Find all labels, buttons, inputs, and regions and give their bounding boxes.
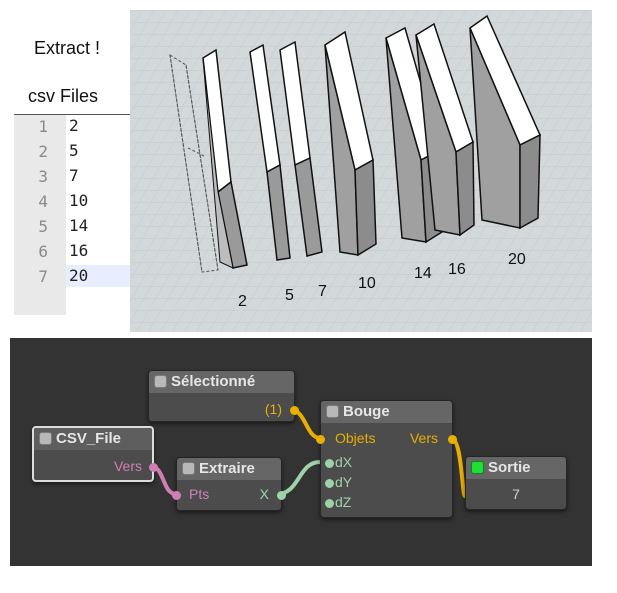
node-header[interactable]: Extraire: [177, 458, 281, 480]
list-item-selected[interactable]: 7 20: [14, 265, 130, 287]
list-item[interactable]: 2 5: [14, 140, 130, 162]
output-port-dot[interactable]: [290, 406, 299, 415]
node-enable-checkbox[interactable]: [154, 375, 167, 388]
input-port-label: dX: [335, 454, 353, 470]
node-enable-checkbox[interactable]: [39, 432, 52, 445]
output-port-dot[interactable]: [448, 435, 457, 444]
list-item[interactable]: 3 7: [14, 165, 130, 187]
csv-list[interactable]: 1 2 2 5 3 7 4 10 5 14 6 16 7 20: [14, 115, 130, 315]
csv-value: 10: [69, 191, 89, 210]
wire-dx[interactable]: [276, 460, 321, 496]
node-title: Bouge: [343, 403, 390, 420]
slab-label: 2: [238, 293, 247, 310]
input-port-dot[interactable]: [325, 499, 334, 508]
node-header[interactable]: CSV_File: [34, 428, 152, 450]
csv-value: 20: [66, 265, 130, 287]
csv-value: 16: [69, 241, 89, 260]
output-port-dot[interactable]: [149, 463, 158, 472]
input-port-dot[interactable]: [172, 491, 181, 500]
list-item[interactable]: 1 2: [14, 115, 130, 137]
node-extraire[interactable]: Extraire Pts X: [172, 457, 286, 511]
output-port-label: Vers: [409, 430, 438, 446]
input-port-dot[interactable]: [325, 459, 334, 468]
list-item[interactable]: 5 14: [14, 215, 130, 237]
slab-label: 20: [508, 251, 526, 268]
line-number: 3: [38, 167, 48, 186]
node-header[interactable]: Bouge: [321, 401, 452, 423]
list-item[interactable]: 4 10: [14, 190, 130, 212]
csv-files-header: csv Files: [28, 86, 99, 106]
node-title: Sélectionné: [171, 373, 256, 390]
line-number: 5: [38, 217, 48, 236]
slab-label: 14: [414, 265, 432, 282]
csv-value: 14: [69, 216, 89, 235]
output-port-label: (1): [264, 401, 282, 417]
wire-sortie[interactable]: [449, 436, 467, 498]
node-editor-canvas[interactable]: Sélectionné (1) CSV_File Vers Extraire P…: [10, 338, 592, 566]
input-port-dot[interactable]: [325, 479, 334, 488]
input-port-label: dY: [335, 474, 353, 490]
node-selectionne[interactable]: Sélectionné (1): [148, 370, 299, 422]
node-title: Sortie: [488, 459, 531, 476]
output-port-label: X: [259, 486, 269, 502]
slab-label: 7: [318, 283, 327, 300]
node-sortie[interactable]: Sortie 7: [465, 456, 567, 510]
slab-label: 16: [448, 261, 466, 278]
list-item[interactable]: 6 16: [14, 240, 130, 262]
node-title: Extraire: [199, 460, 255, 477]
slab-label: 10: [358, 275, 376, 292]
output-port-dot[interactable]: [277, 491, 286, 500]
output-value: 7: [512, 486, 520, 502]
node-title: CSV_File: [56, 430, 122, 447]
line-number: 4: [38, 192, 48, 211]
line-number: 7: [38, 267, 48, 286]
input-port-label: Pts: [189, 486, 210, 502]
slab-label: 5: [285, 287, 294, 304]
extract-title: Extract !: [34, 38, 101, 58]
node-csv-file[interactable]: CSV_File Vers: [32, 426, 158, 482]
node-header[interactable]: Sortie: [466, 457, 566, 479]
input-port-dot[interactable]: [316, 435, 325, 444]
node-enable-checkbox[interactable]: [326, 405, 339, 418]
csv-value: 7: [69, 166, 79, 185]
line-number: 6: [38, 242, 48, 261]
input-port-label: dZ: [335, 494, 352, 510]
node-enable-checkbox[interactable]: [182, 462, 195, 475]
line-number: 2: [38, 142, 48, 161]
csv-value: 5: [69, 141, 79, 160]
node-bouge[interactable]: Bouge Objets Vers dX dY dZ: [316, 400, 457, 518]
node-enable-checkbox[interactable]: [471, 461, 484, 474]
3d-viewport[interactable]: 2 5 7 10 14 16 20: [130, 10, 592, 332]
output-port-label: Vers: [113, 458, 142, 474]
input-port-label: Objets: [335, 430, 376, 446]
line-number: 1: [38, 117, 48, 136]
csv-value: 2: [69, 116, 79, 135]
node-header[interactable]: Sélectionné: [149, 371, 294, 393]
